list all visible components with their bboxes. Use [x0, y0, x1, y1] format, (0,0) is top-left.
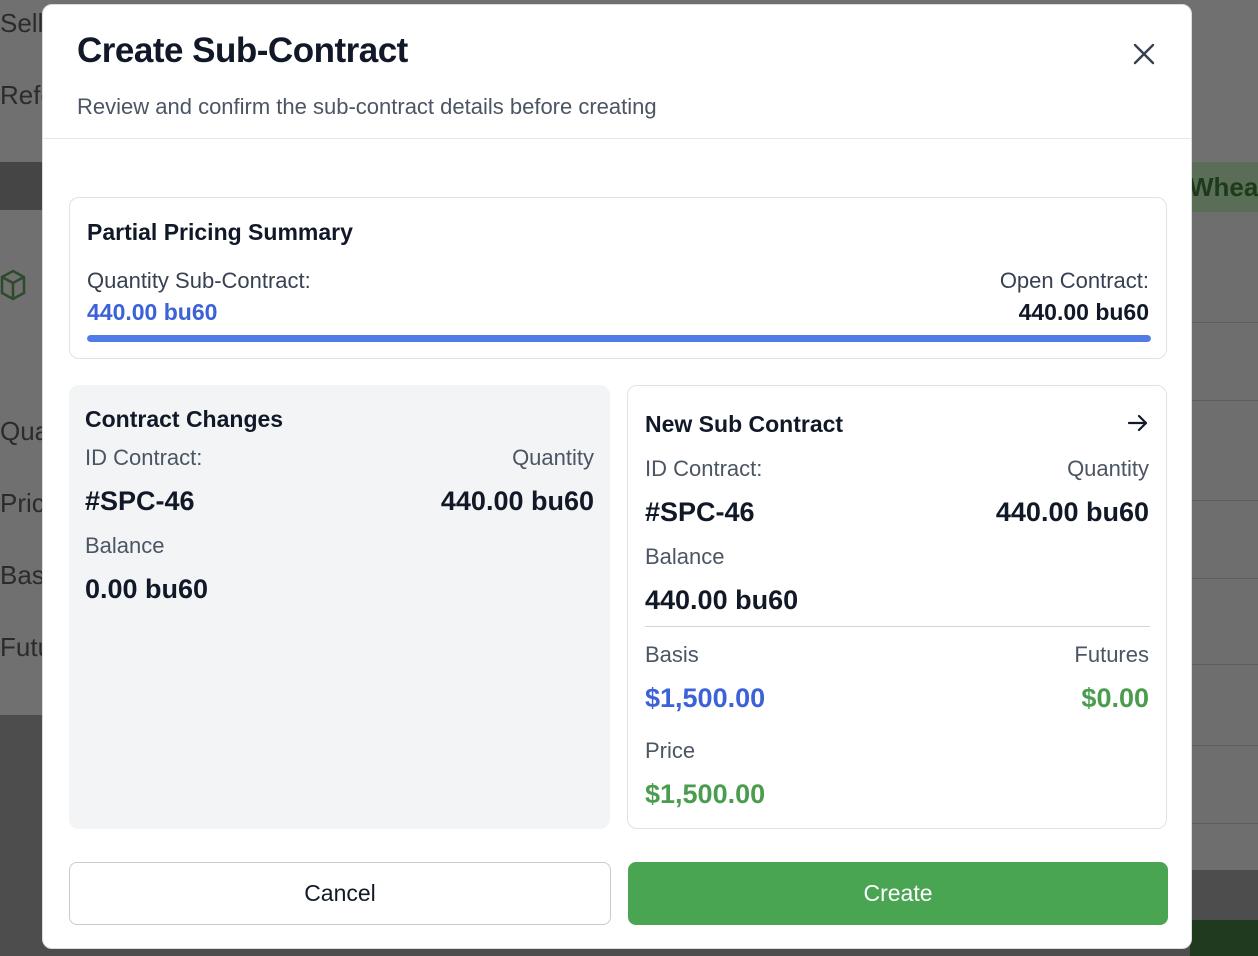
cube-icon	[0, 269, 26, 301]
background-tag-text: Whea	[1189, 172, 1258, 202]
quantity-label: Quantity	[512, 445, 594, 470]
partial-pricing-summary: Partial Pricing Summary Quantity Sub-Con…	[69, 197, 1167, 359]
balance-label: Balance	[645, 544, 725, 569]
futures-value: $0.00	[1081, 683, 1149, 713]
pricing-progress-fill	[87, 335, 1151, 342]
modal-subtitle: Review and confirm the sub-contract deta…	[77, 94, 657, 119]
create-button[interactable]: Create	[628, 862, 1168, 925]
open-contract-value: 440.00 bu60	[1018, 299, 1149, 325]
quantity-sub-contract-label: Quantity Sub-Contract:	[87, 268, 311, 293]
price-label: Price	[645, 738, 696, 763]
basis-value: $1,500.00	[645, 683, 766, 713]
quantity-value: 440.00 bu60	[440, 486, 594, 516]
new-sub-contract-title: New Sub Contract	[645, 411, 844, 437]
background-text: Pric	[0, 488, 45, 518]
pricing-progress-bar	[87, 335, 1151, 342]
balance-value: 440.00 bu60	[645, 585, 799, 615]
section-divider	[645, 626, 1150, 627]
quantity-sub-contract-value: 440.00 bu60	[87, 299, 218, 325]
background-tag: Whea	[1185, 162, 1258, 212]
futures-label: Futures	[1074, 642, 1149, 667]
id-contract-value: #SPC-46	[85, 486, 195, 516]
new-sub-contract-card: New Sub Contract ID Contract: Quantity #…	[627, 385, 1167, 829]
id-contract-value: #SPC-46	[645, 497, 755, 527]
balance-label: Balance	[85, 533, 165, 558]
modal-title: Create Sub-Contract	[77, 31, 408, 70]
close-icon[interactable]	[1129, 39, 1159, 69]
id-contract-label: ID Contract:	[645, 456, 763, 481]
background-bottom-bar	[1190, 920, 1258, 956]
basis-label: Basis	[645, 642, 699, 667]
quantity-label: Quantity	[1067, 456, 1149, 481]
balance-value: 0.00 bu60	[85, 574, 209, 604]
create-sub-contract-modal: Create Sub-Contract Review and confirm t…	[42, 4, 1192, 949]
arrow-right-icon	[1127, 414, 1148, 432]
contract-changes-title: Contract Changes	[85, 406, 284, 432]
summary-title: Partial Pricing Summary	[87, 219, 353, 245]
cancel-button[interactable]: Cancel	[69, 862, 611, 925]
background-right-column	[1190, 210, 1258, 870]
close-button[interactable]	[1129, 39, 1159, 69]
quantity-value: 440.00 bu60	[995, 497, 1149, 527]
open-contract-label: Open Contract:	[999, 268, 1149, 293]
price-value: $1,500.00	[645, 779, 766, 809]
contract-changes-card: Contract Changes ID Contract: Quantity #…	[69, 385, 610, 829]
header-divider	[43, 138, 1191, 139]
id-contract-label: ID Contract:	[85, 445, 203, 470]
